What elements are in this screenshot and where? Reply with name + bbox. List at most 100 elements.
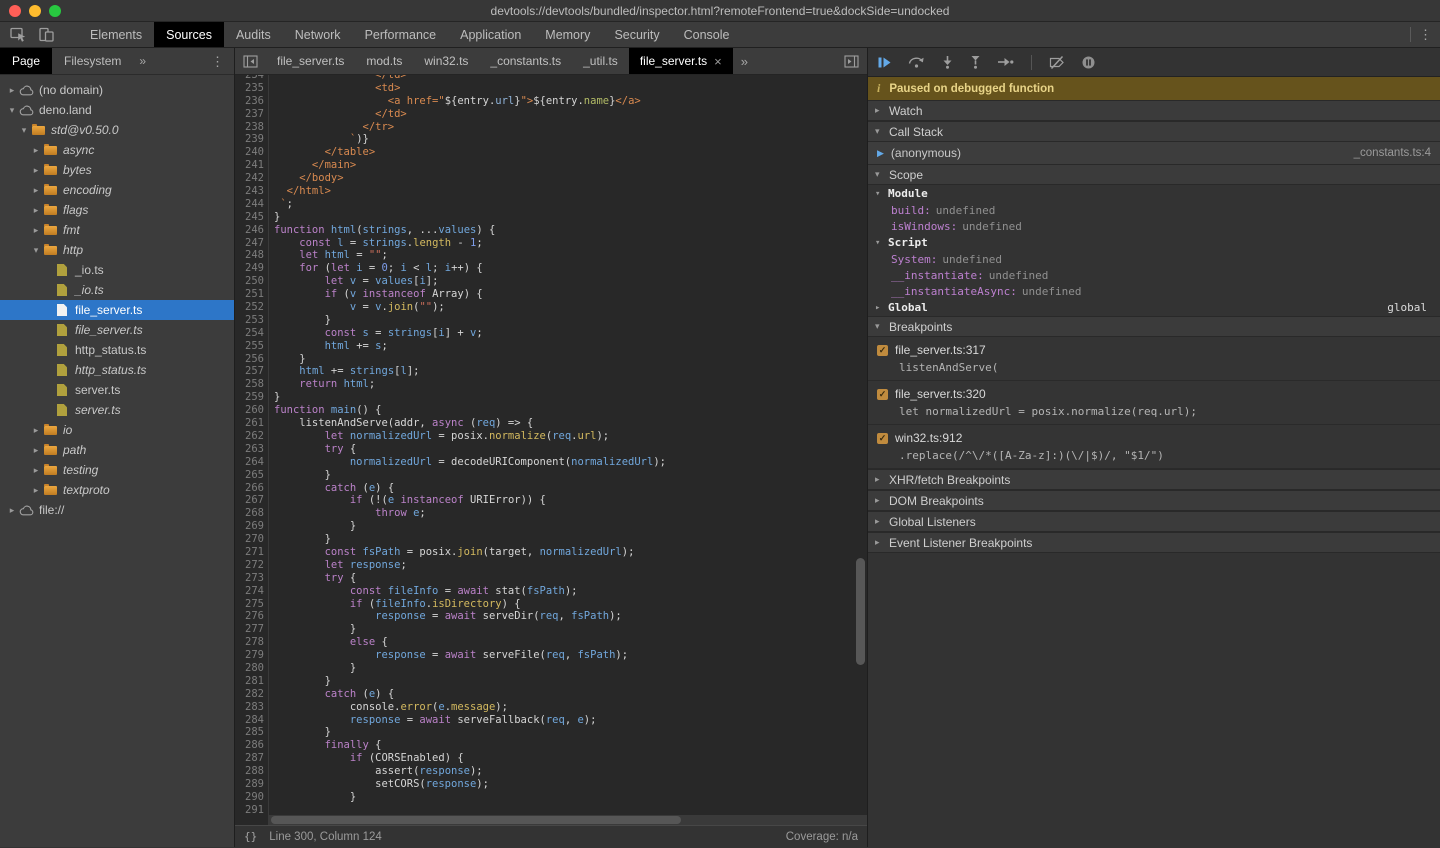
code-line[interactable]: 256 } xyxy=(235,353,867,366)
code-line[interactable]: 289 setCORS(response); xyxy=(235,778,867,791)
line-number[interactable]: 255 xyxy=(239,340,264,353)
tab-application[interactable]: Application xyxy=(448,22,533,47)
editor-tab-win32-ts[interactable]: win32.ts xyxy=(413,48,479,74)
main-menu-icon[interactable]: ⋮ xyxy=(1419,28,1432,41)
code-line[interactable]: 254 const s = strings[i] + v; xyxy=(235,327,867,340)
breakpoint-checkbox[interactable]: ✓ xyxy=(877,389,888,400)
tree-item-http[interactable]: ▾http xyxy=(0,240,234,260)
line-number[interactable]: 243 xyxy=(239,185,264,198)
code-line[interactable]: 239 `)} xyxy=(235,133,867,146)
line-number[interactable]: 248 xyxy=(239,249,264,262)
line-number[interactable]: 257 xyxy=(239,365,264,378)
code-line[interactable]: 275 if (fileInfo.isDirectory) { xyxy=(235,598,867,611)
code-line[interactable]: 265 } xyxy=(235,469,867,482)
tree-item-io-ts[interactable]: _io.ts xyxy=(0,280,234,300)
line-number[interactable]: 268 xyxy=(239,507,264,520)
breakpoint-checkbox[interactable]: ✓ xyxy=(877,433,888,444)
resume-icon[interactable] xyxy=(878,57,891,68)
scope-group-global[interactable]: ▸Globalglobal xyxy=(868,299,1440,316)
line-number[interactable]: 263 xyxy=(239,443,264,456)
line-number[interactable]: 242 xyxy=(239,172,264,185)
tree-item-deno-land[interactable]: ▾deno.land xyxy=(0,100,234,120)
line-number[interactable]: 290 xyxy=(239,791,264,804)
scope-property[interactable]: build:undefined xyxy=(868,202,1440,218)
tab-sources[interactable]: Sources xyxy=(154,22,224,47)
tree-item-server-ts[interactable]: server.ts xyxy=(0,380,234,400)
code-line[interactable]: 264 normalizedUrl = decodeURIComponent(n… xyxy=(235,456,867,469)
code-line[interactable]: 238 </tr> xyxy=(235,121,867,134)
toggle-debugger-sidebar-icon[interactable] xyxy=(836,48,867,74)
breakpoint-entry[interactable]: ✓file_server.ts:320let normalizedUrl = p… xyxy=(868,381,1440,425)
line-number[interactable]: 272 xyxy=(239,559,264,572)
line-number[interactable]: 247 xyxy=(239,237,264,250)
tree-item-http-status-ts[interactable]: http_status.ts xyxy=(0,360,234,380)
editor-horizontal-scrollbar[interactable] xyxy=(269,815,867,825)
code-line[interactable]: 274 const fileInfo = await stat(fsPath); xyxy=(235,585,867,598)
code-line[interactable]: 251 if (v instanceof Array) { xyxy=(235,288,867,301)
close-tab-icon[interactable]: × xyxy=(714,54,722,69)
code-line[interactable]: 252 v = v.join(""); xyxy=(235,301,867,314)
close-window-button[interactable] xyxy=(9,5,21,17)
tab-memory[interactable]: Memory xyxy=(533,22,602,47)
editor-tab-mod-ts[interactable]: mod.ts xyxy=(355,48,413,74)
code-line[interactable]: 266 catch (e) { xyxy=(235,482,867,495)
tree-item-file-server-ts[interactable]: file_server.ts xyxy=(0,320,234,340)
zoom-window-button[interactable] xyxy=(49,5,61,17)
line-number[interactable]: 282 xyxy=(239,688,264,701)
tree-item-path[interactable]: ▸path xyxy=(0,440,234,460)
editor-vertical-scrollbar[interactable] xyxy=(856,558,865,665)
line-number[interactable]: 273 xyxy=(239,572,264,585)
line-number[interactable]: 264 xyxy=(239,456,264,469)
section-call-stack[interactable]: ▾ Call Stack xyxy=(868,121,1440,142)
tree-item-http-status-ts[interactable]: http_status.ts xyxy=(0,340,234,360)
line-number[interactable]: 270 xyxy=(239,533,264,546)
code-line[interactable]: 280 } xyxy=(235,662,867,675)
tree-item-io[interactable]: ▸io xyxy=(0,420,234,440)
code-editor[interactable]: 234 </td>235 <td>236 <a href="${entry.ur… xyxy=(235,75,867,825)
line-number[interactable]: 251 xyxy=(239,288,264,301)
line-number[interactable]: 286 xyxy=(239,739,264,752)
code-line[interactable]: 237 </td> xyxy=(235,108,867,121)
line-number[interactable]: 280 xyxy=(239,662,264,675)
line-number[interactable]: 256 xyxy=(239,353,264,366)
line-number[interactable]: 236 xyxy=(239,95,264,108)
code-line[interactable]: 246function html(strings, ...values) { xyxy=(235,224,867,237)
pretty-print-button[interactable]: {} xyxy=(244,830,257,843)
step-out-icon[interactable] xyxy=(970,56,981,69)
tree-item-server-ts[interactable]: server.ts xyxy=(0,400,234,420)
code-line[interactable]: 276 response = await serveDir(req, fsPat… xyxy=(235,610,867,623)
line-number[interactable]: 261 xyxy=(239,417,264,430)
code-line[interactable]: 278 else { xyxy=(235,636,867,649)
code-line[interactable]: 286 finally { xyxy=(235,739,867,752)
line-number[interactable]: 285 xyxy=(239,726,264,739)
line-number[interactable]: 258 xyxy=(239,378,264,391)
code-line[interactable]: 290 } xyxy=(235,791,867,804)
tab-security[interactable]: Security xyxy=(602,22,671,47)
code-line[interactable]: 241 </main> xyxy=(235,159,867,172)
breakpoint-entry[interactable]: ✓file_server.ts:317listenAndServe( xyxy=(868,337,1440,381)
section-watch[interactable]: ▸ Watch xyxy=(868,100,1440,121)
step-over-icon[interactable] xyxy=(908,56,925,68)
line-number[interactable]: 259 xyxy=(239,391,264,404)
line-number[interactable]: 281 xyxy=(239,675,264,688)
line-number[interactable]: 238 xyxy=(239,121,264,134)
step-icon[interactable] xyxy=(998,57,1014,67)
line-number[interactable]: 250 xyxy=(239,275,264,288)
line-number[interactable]: 283 xyxy=(239,701,264,714)
tree-item-textproto[interactable]: ▸textproto xyxy=(0,480,234,500)
line-number[interactable]: 262 xyxy=(239,430,264,443)
scrollbar-thumb[interactable] xyxy=(271,816,681,824)
section-breakpoints[interactable]: ▾ Breakpoints xyxy=(868,316,1440,337)
line-number[interactable]: 275 xyxy=(239,598,264,611)
tree-item-fmt[interactable]: ▸fmt xyxy=(0,220,234,240)
tab-page[interactable]: Page xyxy=(0,48,52,74)
scope-group-script[interactable]: ▾Script xyxy=(868,234,1440,251)
scope-property[interactable]: __instantiate:undefined xyxy=(868,267,1440,283)
line-number[interactable]: 252 xyxy=(239,301,264,314)
breakpoint-checkbox[interactable]: ✓ xyxy=(877,345,888,356)
line-number[interactable]: 269 xyxy=(239,520,264,533)
code-line[interactable]: 259} xyxy=(235,391,867,404)
line-number[interactable]: 246 xyxy=(239,224,264,237)
code-line[interactable]: 245} xyxy=(235,211,867,224)
editor-tab-util-ts[interactable]: _util.ts xyxy=(572,48,629,74)
